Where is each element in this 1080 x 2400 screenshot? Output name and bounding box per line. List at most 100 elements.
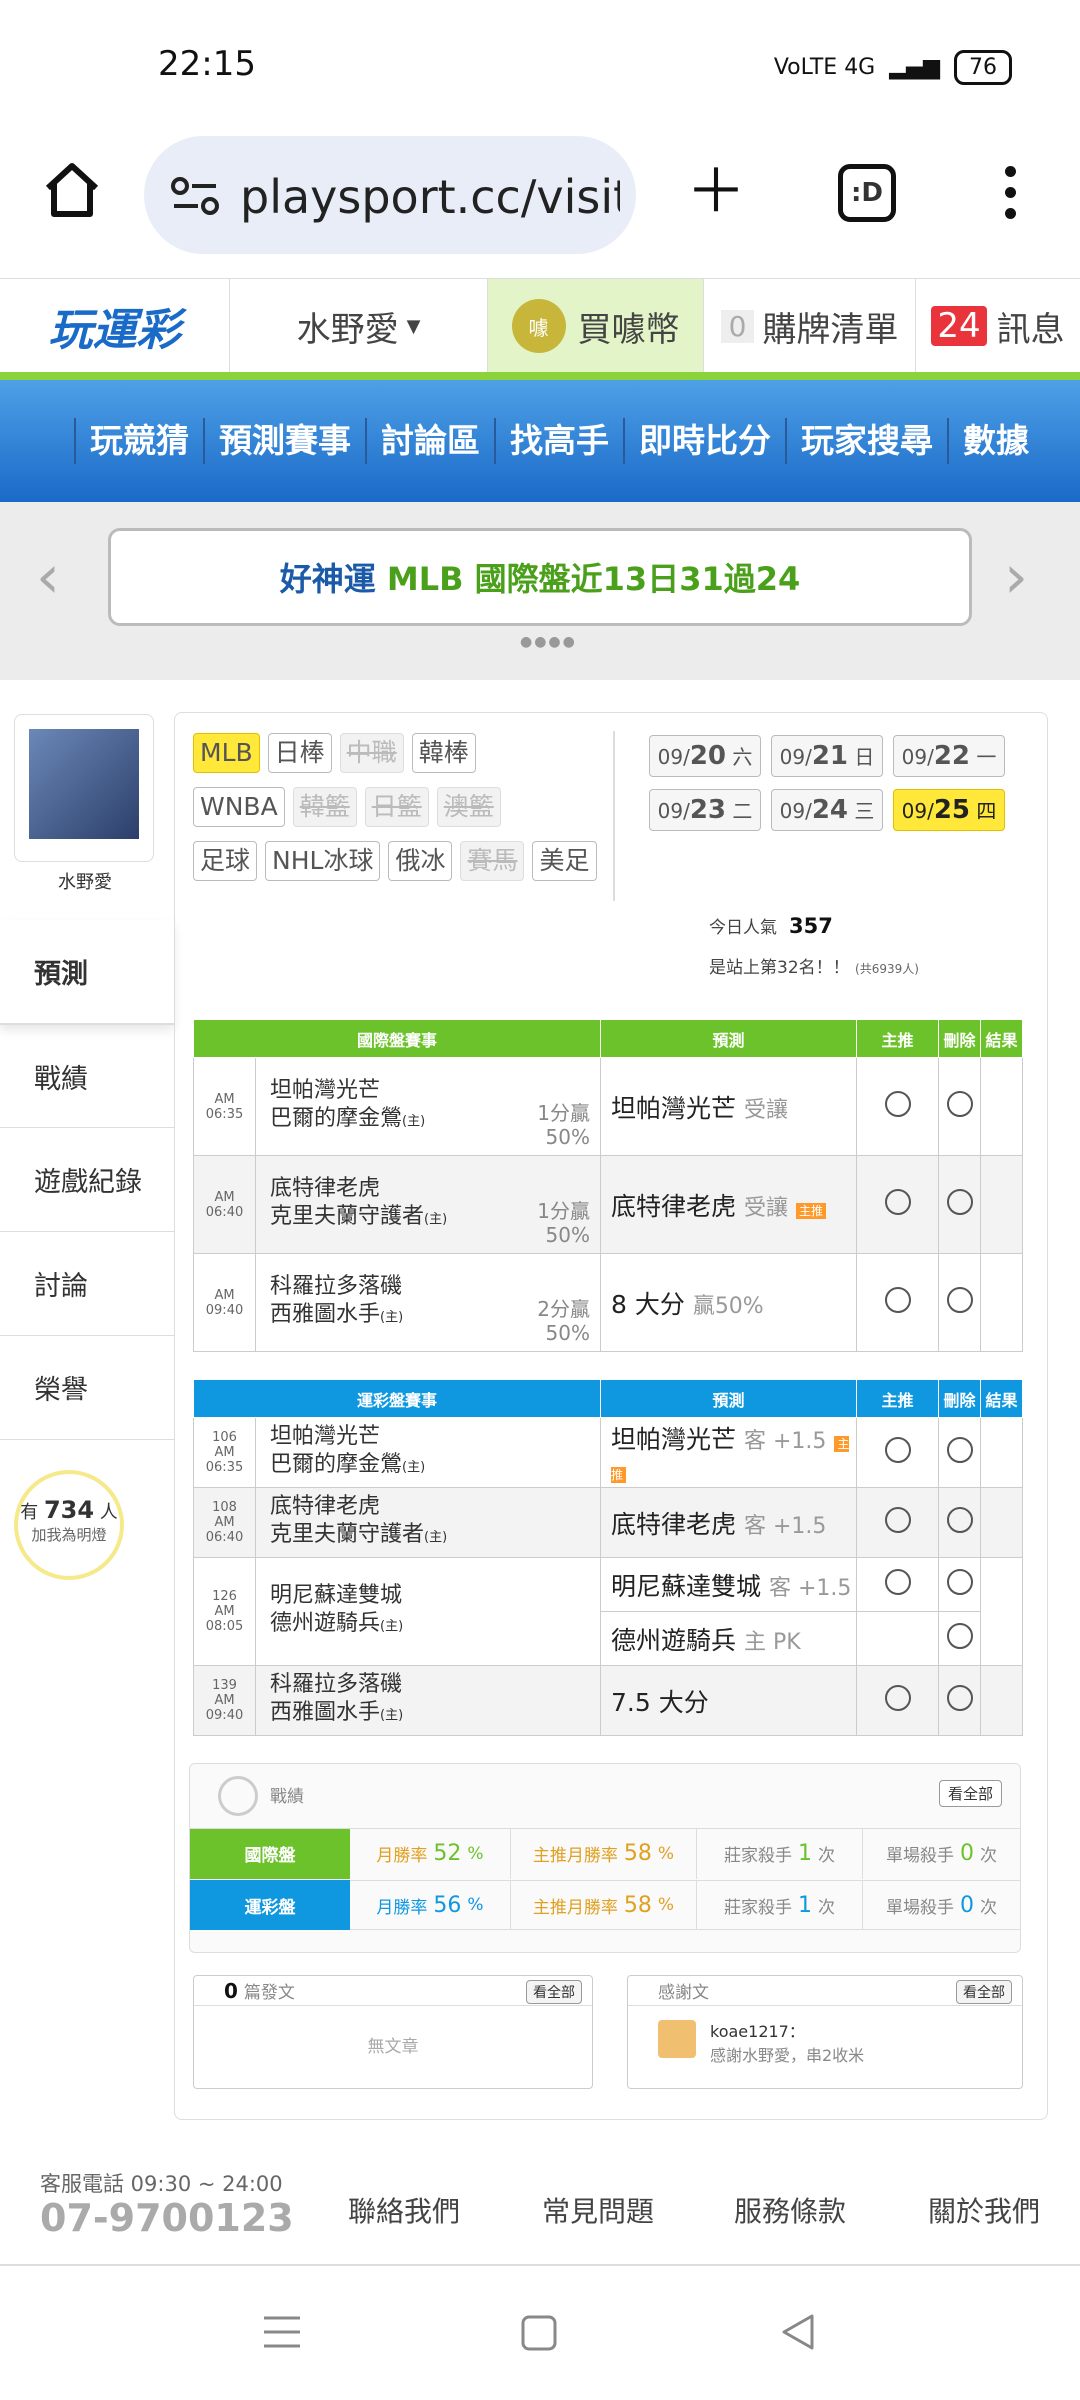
main-pick-radio[interactable] (856, 1155, 939, 1254)
header-divider (0, 372, 1080, 380)
delete-radio[interactable] (938, 1611, 981, 1666)
nav-player-search[interactable]: 玩家搜尋 (785, 418, 947, 464)
user-menu[interactable]: 水野愛 ▼ (230, 279, 488, 373)
table-header: 刪除 (938, 1379, 981, 1418)
table-row: 106 AM 06:35 坦帕灣光芒 巴爾的摩金鶯(主) 坦帕灣光芒 客 +1.5 … (193, 1417, 1023, 1488)
thanks-avatar[interactable] (658, 2020, 696, 2058)
promo-banner: ‹ 好神運 MLB 國際盤近13日31過24 › ●●●● (0, 502, 1080, 680)
banner-next-icon[interactable]: › (1004, 542, 1028, 612)
thanks-user[interactable]: koae1217： (710, 2018, 805, 2042)
date-0924[interactable]: 09/24 三 (771, 789, 883, 831)
date-0921[interactable]: 09/21 日 (771, 735, 883, 777)
table-row: 126 AM 08:05 明尼蘇達雙城 德州遊騎兵(主) 明尼蘇達雙城 客 +1.5 (193, 1557, 1023, 1666)
banner-pager: ●●●● (520, 634, 577, 650)
game-number-time: 108 AM 06:40 (193, 1487, 256, 1558)
result-cell (980, 1557, 1023, 1666)
thanks-view-all-button[interactable]: 看全部 (956, 1980, 1012, 2004)
nav-forum[interactable]: 討論區 (365, 418, 494, 464)
banner-message[interactable]: 好神運 MLB 國際盤近13日31過24 (108, 528, 972, 626)
matchup: 底特律老虎 克里夫蘭守護者(主) (255, 1487, 601, 1558)
footer-link-faq[interactable]: 常見問題 (542, 2190, 654, 2230)
url-text[interactable]: playsport.cc/visit (240, 170, 620, 224)
date-0920[interactable]: 09/20 六 (649, 735, 761, 777)
site-footer: 客服電話 09:30 ~ 24:00 07-9700123 聯絡我們 常見問題 … (0, 2146, 1080, 2266)
delete-radio[interactable] (938, 1155, 981, 1254)
league-soccer[interactable]: 足球 (193, 841, 258, 881)
table-row: AM 09:40 科羅拉多落磯 西雅圖水手(主) 2分贏 50% 8 大分 贏50% (193, 1253, 1023, 1352)
banner-prev-icon[interactable]: ‹ (36, 542, 60, 612)
main-pick-radio[interactable] (856, 1417, 939, 1488)
game-time: AM 06:40 (193, 1155, 256, 1254)
home-nav-icon[interactable] (520, 2314, 558, 2352)
main-pick-radio[interactable] (856, 1487, 939, 1558)
buy-coins-button[interactable]: 噱 買噱幣 (488, 279, 704, 373)
league-nfl[interactable]: 美足 (532, 841, 597, 881)
nav-live-score[interactable]: 即時比分 (623, 418, 785, 464)
articles-view-all-button[interactable]: 看全部 (526, 1980, 582, 2004)
league-khl[interactable]: 俄冰 (388, 841, 453, 881)
delete-radio[interactable] (938, 1253, 981, 1352)
league-kbo[interactable]: 韓棒 (411, 733, 476, 773)
nav-guess[interactable]: 玩競猜 (74, 418, 203, 464)
delete-radio[interactable] (938, 1057, 981, 1156)
main-pick-radio[interactable] (856, 1557, 939, 1612)
avatar[interactable] (14, 714, 154, 862)
table-header: 運彩盤賽事 (193, 1379, 601, 1418)
record-label: 運彩盤 (190, 1880, 350, 1930)
nav-predict[interactable]: 預測賽事 (203, 418, 365, 464)
site-logo[interactable]: 玩運彩 (0, 279, 230, 373)
league-cpbl: 中職 (339, 733, 404, 773)
address-bar[interactable]: playsport.cc/visit (144, 136, 636, 254)
service-phone[interactable]: 07-9700123 (40, 2196, 294, 2240)
sidebar-item-game-log[interactable]: 遊戲紀錄 (0, 1128, 174, 1232)
sidebar-item-record[interactable]: 戰績 (0, 1024, 174, 1128)
main-pick-radio[interactable] (856, 1253, 939, 1352)
cart-count: 0 (720, 309, 755, 343)
prediction: 坦帕灣光芒 客 +1.5 主推 (600, 1417, 857, 1488)
matchup: 坦帕灣光芒 巴爾的摩金鶯(主) (255, 1417, 601, 1488)
recent-apps-icon[interactable] (262, 2312, 302, 2352)
tab-switcher-button[interactable]: :D (838, 164, 896, 222)
table-header: 主推 (856, 1379, 939, 1418)
delete-radio[interactable] (938, 1665, 981, 1736)
main-pick-radio[interactable] (856, 1057, 939, 1156)
sidebar-item-discuss[interactable]: 討論 (0, 1232, 174, 1336)
footer-link-terms[interactable]: 服務條款 (734, 2190, 846, 2230)
sidebar-item-predict[interactable]: 預測 (0, 920, 174, 1024)
home-button[interactable] (40, 158, 104, 222)
buy-coins-label: 買噱幣 (577, 309, 680, 350)
date-0923[interactable]: 09/23 二 (649, 789, 761, 831)
record-view-all-button[interactable]: 看全部 (938, 1780, 1002, 1807)
cart-button[interactable]: 0 購牌清單 (704, 279, 916, 373)
date-0925[interactable]: 09/25 四 (893, 789, 1005, 831)
date-0922[interactable]: 09/22 一 (893, 735, 1005, 777)
footer-link-contact[interactable]: 聯絡我們 (348, 2190, 460, 2230)
messages-button[interactable]: 24 訊息 (916, 279, 1080, 373)
prediction: 8 大分 贏50% (600, 1253, 857, 1352)
record-title: 戰績 (270, 1787, 304, 1807)
articles-label: 篇發文 (243, 1983, 295, 2003)
footer-link-about[interactable]: 關於我們 (928, 2190, 1040, 2230)
league-wnba[interactable]: WNBA (193, 787, 285, 827)
delete-radio[interactable] (938, 1417, 981, 1488)
more-menu-button[interactable] (1000, 166, 1020, 229)
delete-radio[interactable] (938, 1487, 981, 1558)
back-icon[interactable] (778, 2312, 818, 2352)
league-npb[interactable]: 日棒 (267, 733, 332, 773)
fans-bulb[interactable]: 有 734 人 加我為明燈 (14, 1470, 124, 1580)
matchup: 科羅拉多落磯 西雅圖水手(主) 2分贏 50% (255, 1253, 601, 1352)
league-nhl[interactable]: NHL冰球 (265, 841, 381, 881)
new-tab-button[interactable]: ＋ (686, 162, 746, 222)
site-settings-icon[interactable] (170, 176, 220, 216)
articles-box: 0 篇發文 看全部 無文章 (193, 1975, 593, 2089)
league-nbl: 澳籃 (436, 787, 501, 827)
sidebar-item-honor[interactable]: 榮譽 (0, 1336, 174, 1440)
nav-data[interactable]: 數據 (947, 418, 1043, 464)
profile-sidebar: 水野愛 預測 戰績 遊戲紀錄 討論 榮譽 有 734 人 加我為明燈 (0, 712, 174, 1712)
result-cell (980, 1417, 1023, 1488)
main-pick-radio[interactable] (856, 1665, 939, 1736)
articles-empty: 無文章 (367, 2037, 419, 2057)
delete-radio[interactable] (938, 1557, 981, 1612)
nav-experts[interactable]: 找高手 (494, 418, 623, 464)
league-mlb[interactable]: MLB (193, 733, 260, 773)
